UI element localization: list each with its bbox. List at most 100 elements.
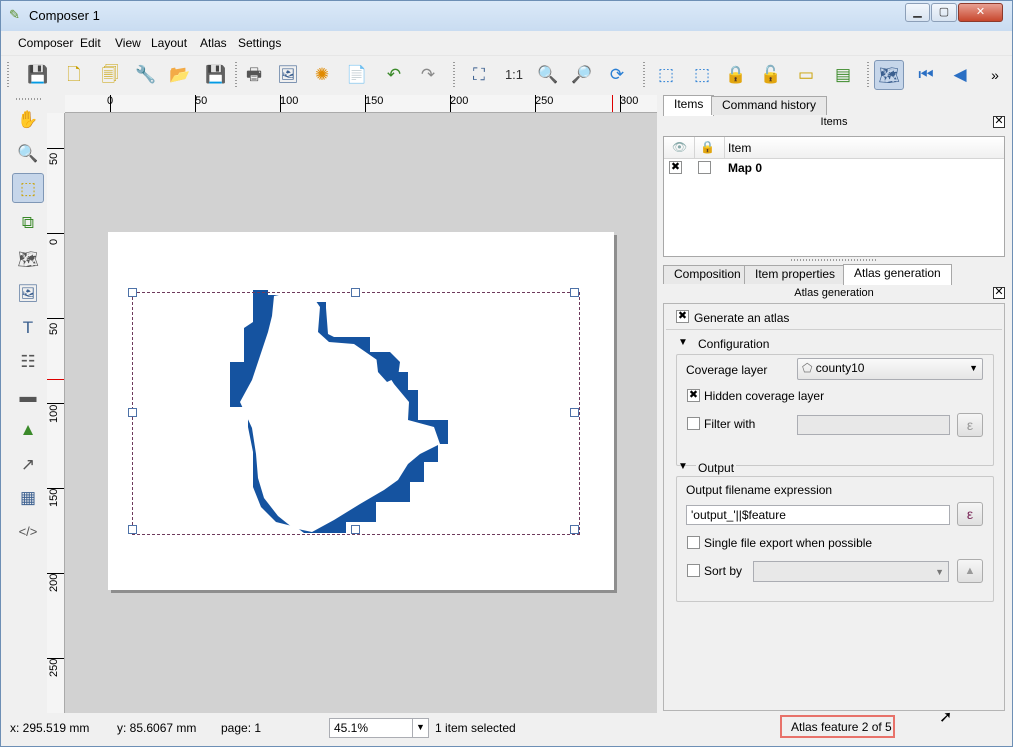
- coverage-layer-select[interactable]: ⬠ county10 ▼: [797, 358, 983, 380]
- add-arrow-icon[interactable]: ↗: [12, 450, 44, 480]
- toolbar-grip[interactable]: [235, 62, 237, 88]
- ungroup-items-icon[interactable]: ⬚: [687, 60, 717, 90]
- menu-edit[interactable]: Edit: [80, 36, 101, 50]
- ruler-label: 50: [195, 95, 208, 107]
- tab-items[interactable]: Items: [663, 95, 715, 116]
- undo-icon[interactable]: ↶: [379, 60, 409, 90]
- filter-with-checkbox[interactable]: [687, 417, 700, 430]
- lock-items-icon[interactable]: 🔒: [721, 60, 751, 90]
- expression-icon[interactable]: ε: [957, 502, 983, 526]
- table-row[interactable]: ✖ Map 0: [664, 159, 1004, 177]
- zoom-actual-icon[interactable]: 1:1: [499, 60, 529, 90]
- select-move-icon[interactable]: ⬚: [12, 173, 44, 203]
- duplicate-composer-icon[interactable]: 🗐: [95, 60, 125, 90]
- resize-handle[interactable]: [570, 288, 579, 297]
- tab-atlas-generation[interactable]: Atlas generation: [843, 264, 952, 285]
- toolbar-grip[interactable]: [7, 62, 9, 88]
- menu-settings[interactable]: Settings: [238, 36, 281, 50]
- resize-handle[interactable]: [128, 288, 137, 297]
- maximize-button[interactable]: ▢: [931, 3, 957, 22]
- sort-by-checkbox[interactable]: [687, 564, 700, 577]
- splitter-handle[interactable]: [791, 259, 877, 261]
- resize-handle[interactable]: [351, 525, 360, 534]
- unlock-items-icon[interactable]: 🔓: [756, 60, 786, 90]
- map-item-frame[interactable]: [128, 288, 580, 535]
- tab-item-properties[interactable]: Item properties: [744, 265, 847, 284]
- raise-items-icon[interactable]: ▭: [791, 60, 821, 90]
- export-image-icon[interactable]: 🖼: [273, 60, 303, 90]
- single-file-checkbox[interactable]: [687, 536, 700, 549]
- close-dock-icon[interactable]: ✕: [993, 116, 1005, 128]
- tab-command-history[interactable]: Command history: [711, 96, 828, 115]
- toolbar-grip[interactable]: [453, 62, 455, 88]
- visible-checkbox[interactable]: ✖: [669, 161, 682, 174]
- lock-checkbox[interactable]: [698, 161, 711, 174]
- menu-view[interactable]: View: [115, 36, 141, 50]
- toolbar-grip[interactable]: [643, 62, 645, 88]
- add-scalebar-icon[interactable]: ▬: [12, 382, 44, 412]
- add-map-icon[interactable]: 🗺: [12, 245, 44, 275]
- zoom-full-icon[interactable]: ⛶: [464, 60, 494, 90]
- composer-manager-icon[interactable]: 🔧: [131, 60, 161, 90]
- open-template-icon[interactable]: 📂: [165, 60, 195, 90]
- filter-expression-input[interactable]: [797, 415, 950, 435]
- zoom-in-icon[interactable]: 🔍: [533, 60, 563, 90]
- refresh-icon[interactable]: ⟳: [602, 60, 632, 90]
- menu-atlas[interactable]: Atlas: [200, 36, 227, 50]
- add-label-icon[interactable]: T: [12, 313, 44, 343]
- save-template-icon[interactable]: 💾: [201, 60, 231, 90]
- first-feature-icon[interactable]: ⏮: [911, 60, 941, 90]
- sort-by-select[interactable]: ▼: [753, 561, 949, 582]
- resize-handle[interactable]: [570, 408, 579, 417]
- zoom-combobox[interactable]: 45.1% ▼: [329, 718, 429, 738]
- output-title[interactable]: Output: [696, 461, 737, 475]
- resize-handle[interactable]: [128, 525, 137, 534]
- save-project-icon[interactable]: 💾: [23, 60, 53, 90]
- toolbar-grip[interactable]: [16, 98, 42, 100]
- align-items-icon[interactable]: ▤: [828, 60, 858, 90]
- tab-composition[interactable]: Composition: [663, 265, 752, 284]
- group-items-icon[interactable]: ⬚: [651, 60, 681, 90]
- close-dock-icon[interactable]: ✕: [993, 287, 1005, 299]
- expression-icon[interactable]: ε: [957, 413, 983, 437]
- toolbar-overflow-icon[interactable]: »: [983, 60, 1007, 90]
- zoom-out-icon[interactable]: 🔎: [567, 60, 597, 90]
- resize-handle[interactable]: [570, 525, 579, 534]
- minimize-button[interactable]: ▁: [905, 3, 930, 22]
- single-file-label: Single file export when possible: [704, 536, 873, 550]
- close-button[interactable]: ✕: [958, 3, 1003, 22]
- generate-atlas-checkbox[interactable]: ✖: [676, 310, 689, 323]
- chevron-down-icon[interactable]: ▼: [412, 718, 428, 738]
- add-html-icon[interactable]: </>: [12, 517, 44, 547]
- title-bar: ✎ Composer 1 ▁ ▢ ✕: [1, 1, 1012, 31]
- menu-composer[interactable]: Composer: [18, 36, 73, 50]
- menu-layout[interactable]: Layout: [151, 36, 187, 50]
- chevron-down-icon[interactable]: ▼: [678, 337, 688, 348]
- hidden-coverage-checkbox[interactable]: ✖: [687, 389, 700, 402]
- add-table-icon[interactable]: ▦: [12, 483, 44, 513]
- move-content-icon[interactable]: ⧉: [12, 208, 44, 238]
- add-shape-icon[interactable]: ▲: [12, 415, 44, 445]
- pan-icon[interactable]: ✋: [12, 105, 44, 135]
- export-pdf-icon[interactable]: 📄: [342, 60, 372, 90]
- new-composer-icon[interactable]: 🗋: [59, 60, 89, 90]
- eye-icon[interactable]: 👁: [672, 140, 687, 154]
- zoom-tool-icon[interactable]: 🔍: [12, 139, 44, 169]
- tools-toolbar: ✋ 🔍 ⬚ ⧉ 🗺 🖼 T ☷ ▬ ▲ ↗ ▦ </>: [1, 95, 47, 713]
- lock-icon[interactable]: 🔒: [700, 140, 715, 154]
- resize-handle[interactable]: [351, 288, 360, 297]
- add-legend-icon[interactable]: ☷: [12, 347, 44, 377]
- print-icon[interactable]: 🖶: [239, 60, 269, 90]
- composer-canvas[interactable]: [65, 113, 657, 713]
- configuration-title[interactable]: Configuration: [696, 337, 772, 351]
- sort-order-icon[interactable]: ▲: [957, 559, 983, 583]
- redo-icon[interactable]: ↷: [413, 60, 443, 90]
- add-image-icon[interactable]: 🖼: [12, 279, 44, 309]
- resize-handle[interactable]: [128, 408, 137, 417]
- export-svg-icon[interactable]: ✺: [307, 60, 337, 90]
- output-expression-input[interactable]: 'output_'||$feature: [686, 505, 950, 525]
- chevron-down-icon[interactable]: ▼: [678, 461, 688, 472]
- previous-feature-icon[interactable]: ◀: [945, 60, 975, 90]
- atlas-preview-icon[interactable]: 🗺: [874, 60, 904, 90]
- toolbar-grip[interactable]: [867, 62, 869, 88]
